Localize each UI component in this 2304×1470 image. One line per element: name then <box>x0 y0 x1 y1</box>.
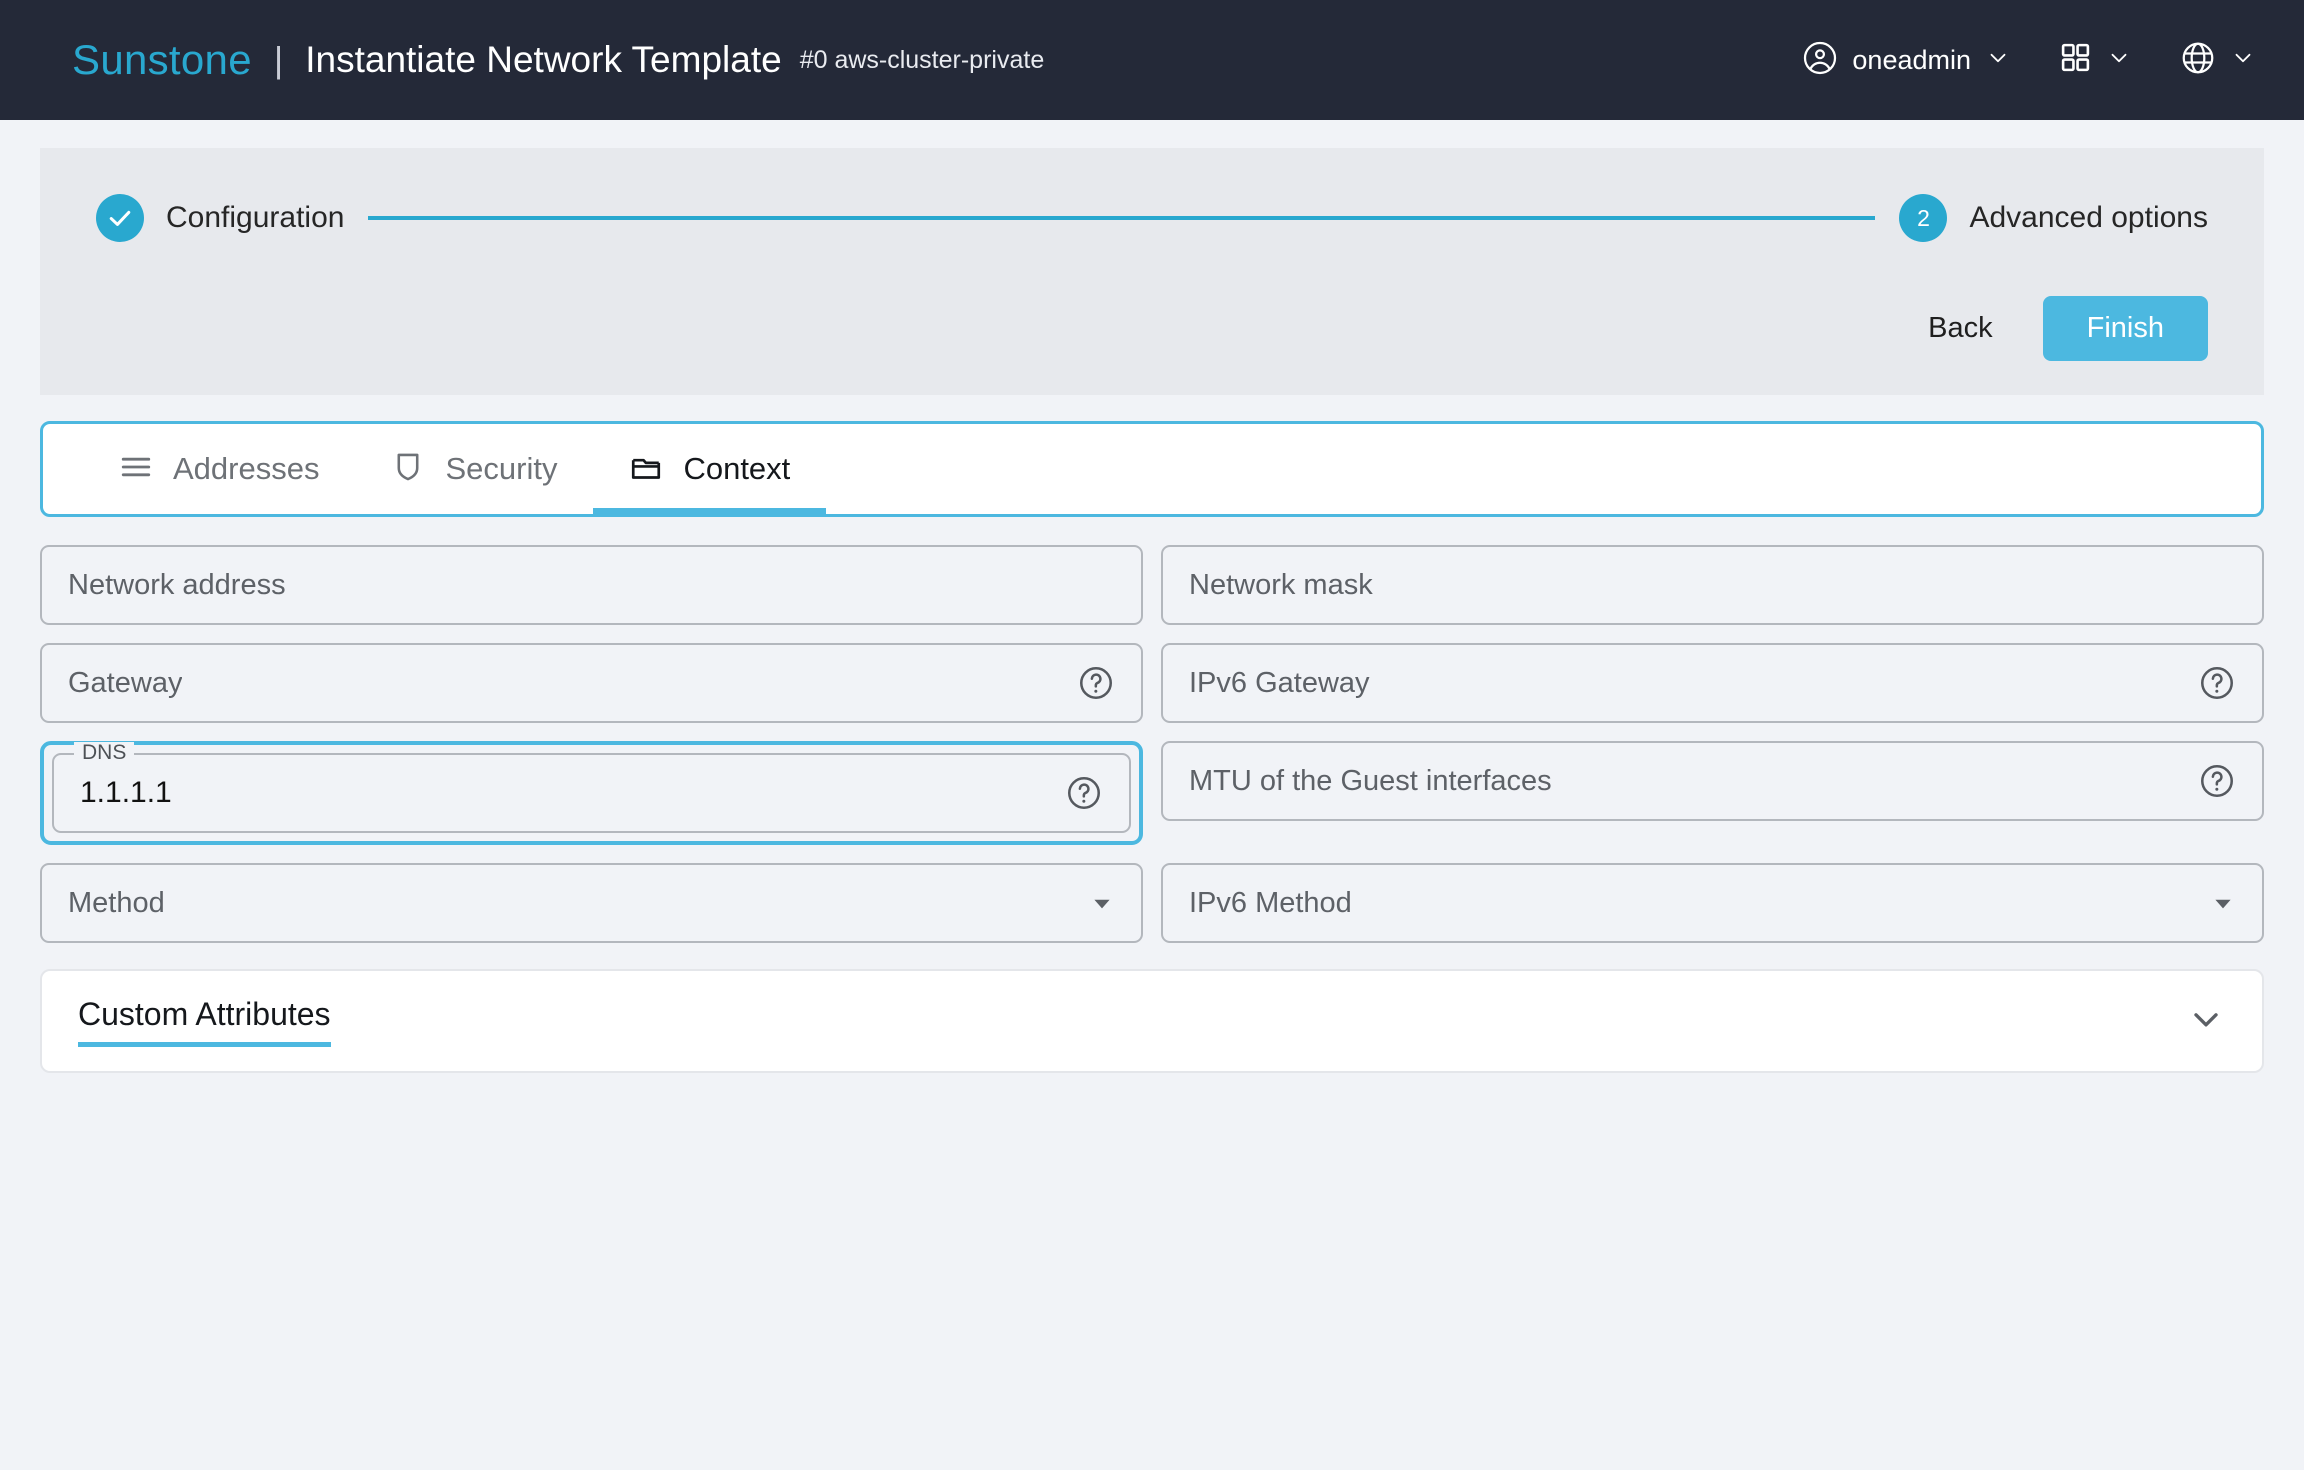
custom-attributes-title-wrap: Custom Attributes <box>78 996 331 1047</box>
gateway-placeholder: Gateway <box>68 666 183 699</box>
wizard-stepper-panel: Configuration 2 Advanced options Back Fi… <box>40 148 2264 395</box>
header-separator: | <box>273 39 284 80</box>
list-lines-icon <box>119 450 153 489</box>
method-select[interactable]: Method <box>40 863 1143 943</box>
gateway-input[interactable]: Gateway <box>40 643 1143 723</box>
help-icon[interactable] <box>2184 664 2236 702</box>
chevron-down-icon[interactable] <box>2186 999 2226 1044</box>
form-row: Network address Network mask <box>40 545 2264 625</box>
step-number-badge: 2 <box>1899 194 1948 242</box>
dropdown-caret-icon <box>1075 890 1115 916</box>
network-address-placeholder: Network address <box>68 568 286 601</box>
tab-label-context: Context <box>683 451 791 486</box>
network-mask-input[interactable]: Network mask <box>1161 545 2264 625</box>
help-icon[interactable] <box>2184 762 2236 800</box>
custom-attributes-underline <box>78 1041 331 1047</box>
wizard-step-configuration[interactable]: Configuration <box>96 194 344 242</box>
field-wrap-gateway: Gateway <box>40 643 1143 723</box>
field-wrap-network-mask: Network mask <box>1161 545 2264 625</box>
page-subtitle: #0 aws-cluster-private <box>799 45 1045 74</box>
wizard-actions: Back Finish <box>96 296 2208 361</box>
form-row: DNS 1.1.1.1 MTU of the Guest interfaces <box>40 741 2264 845</box>
ipv6-method-placeholder: IPv6 Method <box>1189 886 1352 919</box>
wizard-step-label-configuration: Configuration <box>166 201 345 234</box>
ipv6-gateway-input[interactable]: IPv6 Gateway <box>1161 643 2264 723</box>
wizard-steps: Configuration 2 Advanced options <box>96 194 2208 242</box>
dns-input[interactable]: DNS 1.1.1.1 <box>52 742 1131 833</box>
tab-bar: Addresses Security Context <box>40 421 2264 517</box>
shield-icon <box>391 450 425 489</box>
field-wrap-method: Method <box>40 863 1143 943</box>
page-title: Instantiate Network Template <box>305 39 782 80</box>
mtu-input[interactable]: MTU of the Guest interfaces <box>1161 741 2264 821</box>
custom-attributes-title: Custom Attributes <box>78 995 331 1032</box>
custom-attributes-accordion[interactable]: Custom Attributes <box>40 969 2264 1073</box>
language-menu[interactable] <box>2180 40 2256 81</box>
wizard-step-label-advanced-options: Advanced options <box>1969 201 2208 234</box>
method-placeholder: Method <box>68 886 165 919</box>
network-address-input[interactable]: Network address <box>40 545 1143 625</box>
context-form: Network address Network mask Gateway IPv… <box>40 545 2264 943</box>
user-menu[interactable]: oneadmin <box>1802 40 2011 81</box>
tab-context[interactable]: Context <box>593 424 827 514</box>
wizard-step-advanced-options[interactable]: 2 Advanced options <box>1899 194 2208 242</box>
form-row: Gateway IPv6 Gateway <box>40 643 2264 723</box>
network-mask-placeholder: Network mask <box>1189 568 1373 601</box>
back-button[interactable]: Back <box>1924 306 1996 351</box>
app-header: Sunstone | Instantiate Network Template … <box>0 0 2304 120</box>
field-wrap-network-address: Network address <box>40 545 1143 625</box>
dns-focus-ring: DNS 1.1.1.1 <box>40 741 1143 845</box>
field-wrap-dns: DNS 1.1.1.1 <box>40 741 1143 845</box>
tab-label-security: Security <box>445 451 558 486</box>
dns-value: 1.1.1.1 <box>80 776 172 809</box>
chevron-down-icon <box>2230 45 2256 76</box>
globe-icon <box>2180 40 2216 81</box>
grid-apps-icon <box>2059 41 2092 79</box>
wizard-step-connector <box>368 216 1876 220</box>
help-icon[interactable] <box>1051 774 1103 812</box>
field-wrap-mtu: MTU of the Guest interfaces <box>1161 741 2264 845</box>
tab-addresses[interactable]: Addresses <box>83 424 355 514</box>
user-name: oneadmin <box>1852 44 1971 75</box>
chevron-down-icon <box>2106 45 2132 76</box>
step-complete-check-icon <box>96 194 144 242</box>
ipv6-gateway-placeholder: IPv6 Gateway <box>1189 666 1370 699</box>
field-wrap-ipv6-gateway: IPv6 Gateway <box>1161 643 2264 723</box>
folder-icon <box>629 450 663 489</box>
chevron-down-icon <box>1985 45 2011 76</box>
dropdown-caret-icon <box>2196 890 2236 916</box>
user-circle-icon <box>1802 40 1838 81</box>
field-wrap-ipv6-method: IPv6 Method <box>1161 863 2264 943</box>
header-actions: oneadmin <box>1802 40 2256 81</box>
app-brand: Sunstone <box>72 36 252 83</box>
tab-label-addresses: Addresses <box>173 451 320 486</box>
dns-legend-label: DNS <box>74 742 135 763</box>
finish-button[interactable]: Finish <box>2042 296 2208 361</box>
apps-menu[interactable] <box>2059 41 2132 79</box>
mtu-placeholder: MTU of the Guest interfaces <box>1189 764 1552 797</box>
form-row: Method IPv6 Method <box>40 863 2264 943</box>
ipv6-method-select[interactable]: IPv6 Method <box>1161 863 2264 943</box>
help-icon[interactable] <box>1063 664 1115 702</box>
tab-security[interactable]: Security <box>355 424 593 514</box>
